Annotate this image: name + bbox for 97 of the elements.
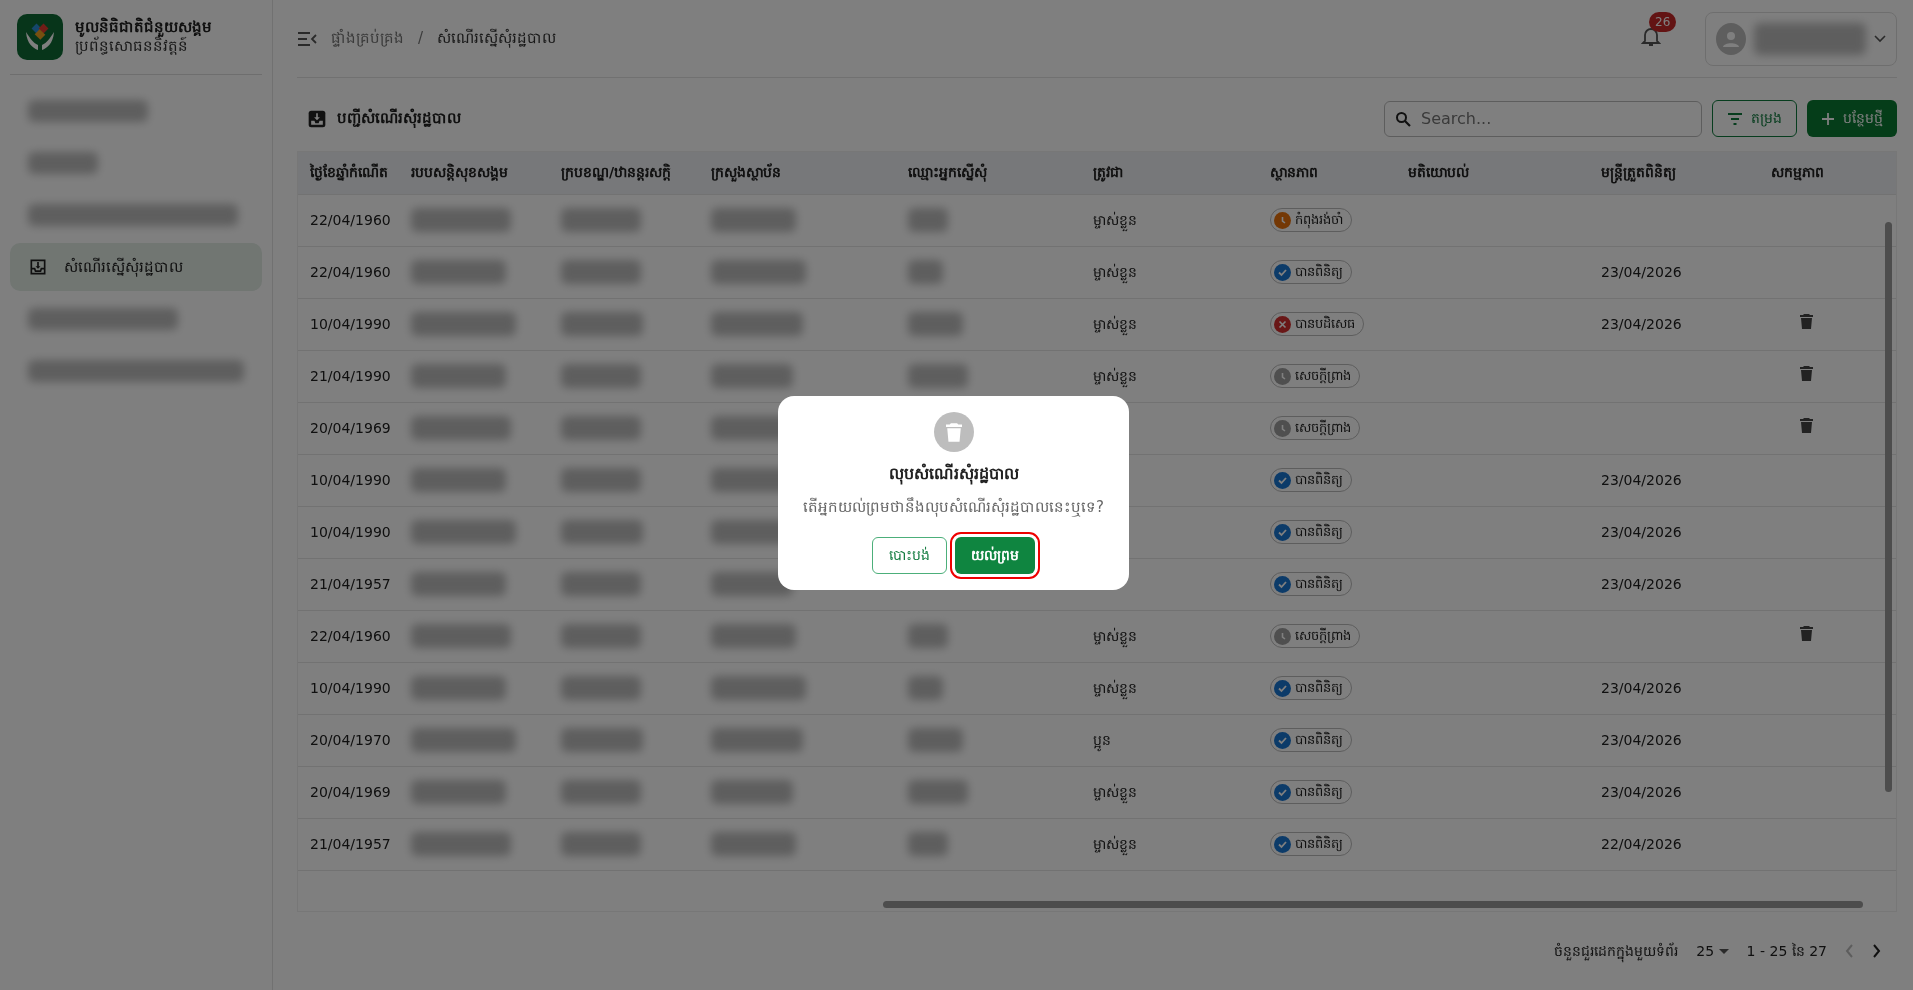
table-cell: ប្អូន <box>1093 729 1270 751</box>
horizontal-scrollbar[interactable] <box>883 900 1863 908</box>
page-range: 1 - 25 នៃ 27 <box>1746 941 1827 961</box>
table-cell: ម្ចាស់ខ្លួន <box>1093 833 1270 855</box>
table-cell-text: 20/04/1969 <box>310 418 392 438</box>
column-header: ក្របខណ្ឌ/ឋានន្តរសក្តិ <box>561 162 673 183</box>
clock-icon <box>1274 211 1291 229</box>
breadcrumb-item[interactable]: ផ្ទាំងគ្រប់គ្រង <box>331 27 404 50</box>
check-icon <box>1274 783 1291 801</box>
column-header: សកម្មភាព <box>1771 163 1825 183</box>
check-icon <box>1274 731 1291 749</box>
filter-icon <box>1727 112 1743 125</box>
table-cell-text: 10/04/1990 <box>310 522 392 542</box>
check-icon <box>1274 835 1291 853</box>
chevron-down-icon <box>1874 34 1886 43</box>
table-cell-text: 23/04/2026 <box>1601 678 1683 698</box>
table-cell-text: 23/04/2026 <box>1601 314 1683 334</box>
table-cell-text: 22/04/1960 <box>310 262 392 282</box>
blurred-text <box>908 208 948 232</box>
table-cell-text: 23/04/2026 <box>1601 574 1683 594</box>
search-field[interactable]: Search... <box>1384 100 1702 137</box>
table-cell-text: 22/04/1960 <box>310 626 392 646</box>
rows-per-page-select[interactable]: 25 <box>1696 940 1729 962</box>
table-cell: ម្ចាស់ខ្លួន <box>1093 261 1270 283</box>
table-cell: ម្ចាស់ខ្លួន <box>1093 677 1270 699</box>
brand-title: មូលនិធិជាតិជំនួយសង្គម <box>75 17 212 37</box>
delete-icon[interactable] <box>1799 365 1813 381</box>
table-cell-text: 23/04/2026 <box>1601 782 1683 802</box>
column-header: ក្រសួងស្ថាប័ន <box>711 162 782 184</box>
table-cell-text: 23/04/2026 <box>1601 470 1683 490</box>
trash-icon <box>933 412 974 452</box>
table-cell: ម្ចាស់ខ្លួន <box>1093 313 1270 335</box>
clock-icon <box>1274 367 1291 385</box>
blurred-text <box>908 260 943 284</box>
check-icon <box>1274 471 1291 489</box>
table-cell-text: 23/04/2026 <box>1601 730 1683 750</box>
blurred-text <box>908 676 943 700</box>
column-header: ត្រូវជា <box>1093 163 1124 184</box>
breadcrumb-separator: / <box>418 28 424 50</box>
blurred-text <box>908 728 963 752</box>
page-title: បញ្ជីសំណើរសុំរដ្ឋបាល <box>337 107 461 130</box>
inbox-icon <box>307 108 327 129</box>
brand-subtitle: ប្រព័ន្ធសោធននិវត្តន៍ <box>75 37 188 57</box>
table-cell: ម្ចាស់ខ្លួន <box>1093 365 1270 387</box>
avatar-icon <box>1716 22 1746 55</box>
table-cell-text: 21/04/1957 <box>310 834 392 854</box>
table-cell-text: 10/04/1990 <box>310 314 392 334</box>
table-cell-text: 23/04/2026 <box>1601 262 1683 282</box>
column-header: មតិយោបល់ <box>1408 162 1470 183</box>
table-cell-text: 10/04/1990 <box>310 678 392 698</box>
table-cell-text: 23/04/2026 <box>1601 522 1683 542</box>
table-cell-text: 21/04/1990 <box>310 366 392 386</box>
check-icon <box>1274 263 1291 281</box>
caret-icon <box>1718 948 1729 955</box>
cross-icon <box>1274 315 1291 333</box>
column-header: ឈ្មោះអ្នកស្នើសុំ <box>908 162 988 184</box>
blurred-text <box>908 780 968 804</box>
column-header: មន្ត្រីត្រួតពិនិត្យ <box>1601 162 1771 184</box>
sidebar-item[interactable]: សំណើរស្នើសុំរដ្ឋបាល <box>10 243 262 291</box>
table-cell-text: 20/04/1969 <box>310 782 392 802</box>
delete-icon[interactable] <box>1799 625 1813 641</box>
add-button[interactable]: បន្ថែមថ្មី <box>1807 100 1897 137</box>
check-icon <box>1274 575 1291 593</box>
check-icon <box>1274 679 1291 697</box>
clock-icon <box>1274 627 1291 645</box>
inbox-icon <box>28 257 48 277</box>
cancel-button[interactable]: បោះបង់ <box>872 536 947 574</box>
delete-icon[interactable] <box>1799 313 1813 329</box>
plus-icon <box>1821 111 1835 126</box>
table-cell: ម្ចាស់ខ្លួន <box>1093 781 1270 803</box>
notification-badge: 26 <box>1649 11 1677 32</box>
logo-icon <box>17 14 63 60</box>
rows-per-page-label: ចំនួនជួរដេកក្នុងមួយទំព័រ <box>1554 940 1679 962</box>
table-cell-text: 22/04/1960 <box>310 210 392 230</box>
blurred-text <box>908 624 948 648</box>
check-icon <box>1274 523 1291 541</box>
next-page-icon[interactable] <box>1872 944 1881 958</box>
dialog-message: តើអ្នកយល់ព្រមថានឹងលុបសំណើរសុំរដ្ឋបាលនេះឬទេ? <box>803 496 1104 519</box>
delete-icon[interactable] <box>1799 417 1813 433</box>
blurred-text <box>908 364 968 388</box>
table-cell-text: 10/04/1990 <box>310 470 392 490</box>
blurred-text <box>908 832 948 856</box>
menu-icon[interactable] <box>297 30 317 47</box>
column-header: ស្ថានភាព <box>1270 163 1319 183</box>
table-cell: ម្ចាស់ខ្លួន <box>1093 209 1270 231</box>
table-cell: ម្ចាស់ខ្លួន <box>1093 625 1270 647</box>
filter-button[interactable]: តម្រង <box>1712 100 1797 137</box>
column-header: របបសន្តិសុខសង្គម <box>411 162 509 184</box>
table-cell-text: 22/04/2026 <box>1601 834 1683 854</box>
breadcrumb-item: សំណើរស្នើសុំរដ្ឋបាល <box>437 27 557 50</box>
blurred-text <box>908 312 963 336</box>
column-header: ថ្ងៃខែឆ្នាំកំណើត <box>310 162 389 183</box>
table-cell-text: 21/04/1957 <box>310 574 392 594</box>
table-cell-text: 20/04/1970 <box>310 730 392 750</box>
clock-icon <box>1274 419 1291 437</box>
vertical-scrollbar[interactable] <box>1885 222 1892 792</box>
dialog-title: លុបសំណើរសុំរដ្ឋបាល <box>888 462 1019 486</box>
